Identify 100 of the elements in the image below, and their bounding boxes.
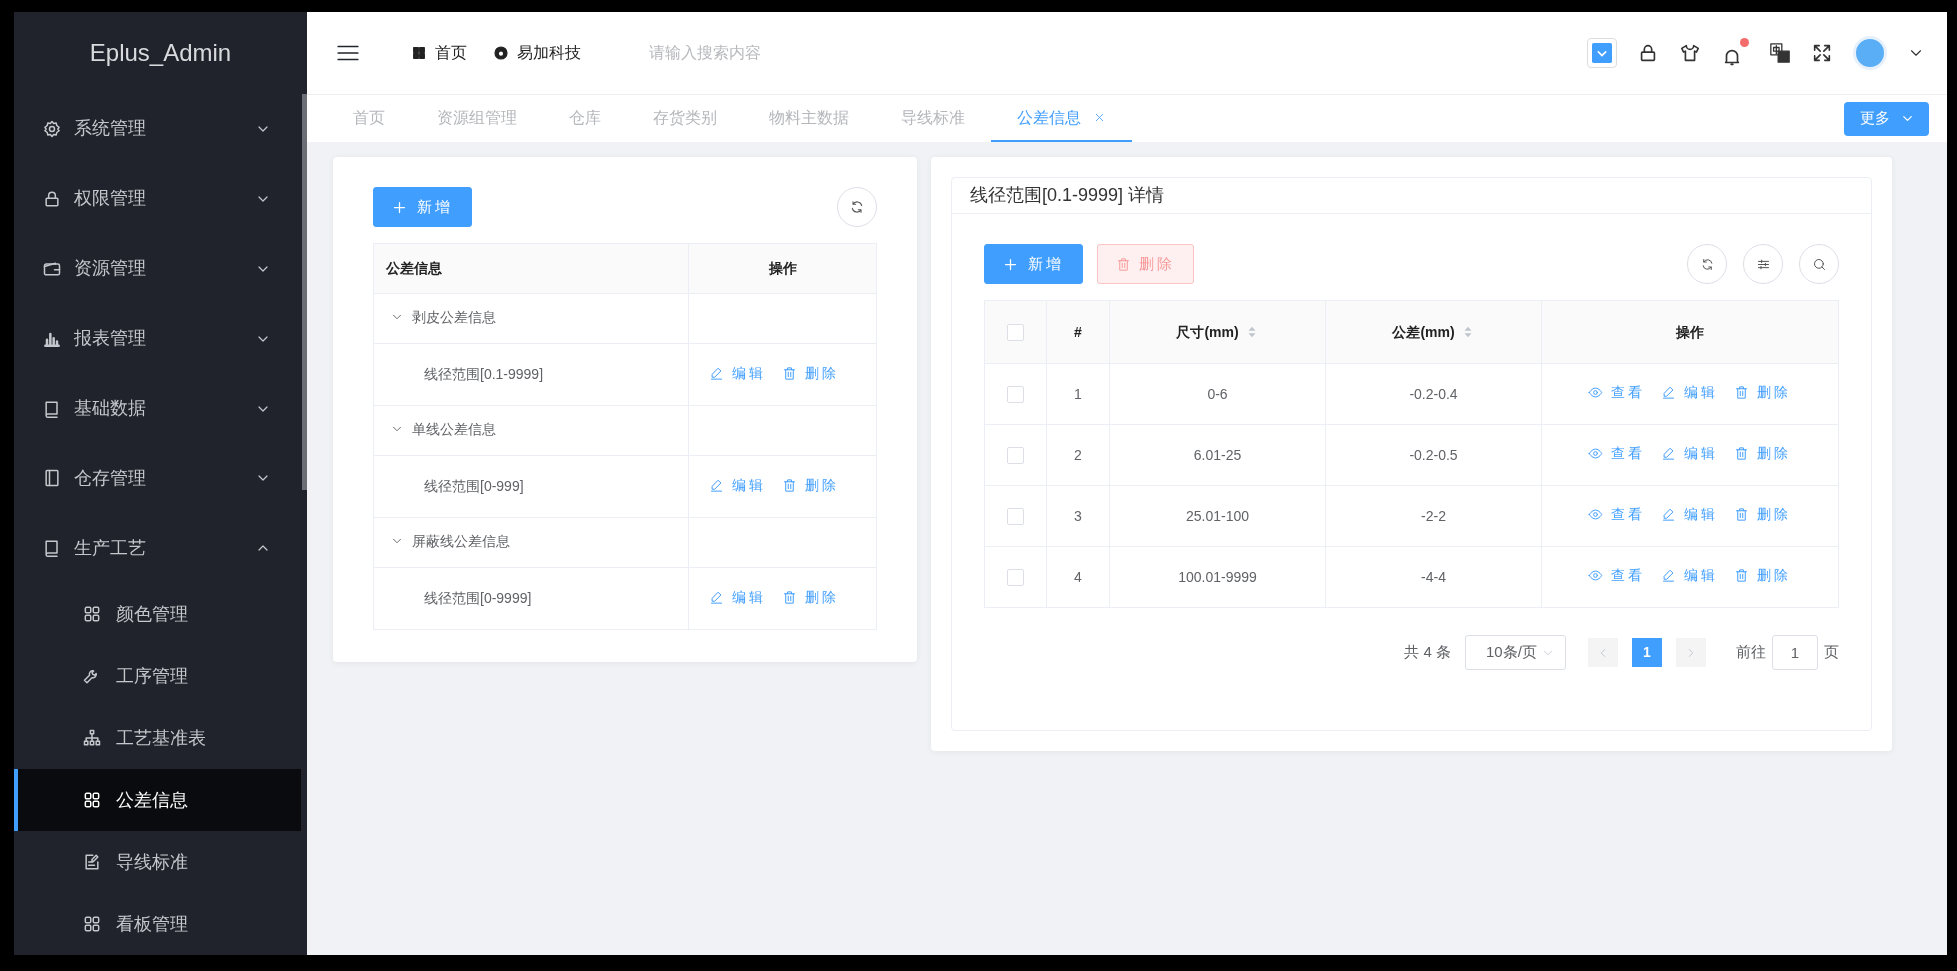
trash-icon [1734, 568, 1749, 583]
page-size-select[interactable]: 10条/页 [1465, 635, 1566, 670]
tab[interactable]: 公差信息 [991, 95, 1132, 142]
delete-link[interactable]: 删除 [1734, 443, 1791, 464]
pencil-icon [709, 365, 724, 381]
trash-icon [782, 477, 797, 493]
delete-link[interactable]: 删除 [782, 586, 839, 608]
edit-link[interactable]: 编辑 [1661, 565, 1718, 586]
table-cell: 100.01-9999 [1178, 568, 1257, 585]
view-link[interactable]: 查看 [1588, 504, 1645, 525]
page-button[interactable]: 1 [1632, 638, 1662, 667]
sidebar-item[interactable]: 权限管理 [14, 163, 301, 234]
eye-icon [1588, 385, 1603, 400]
settings-icon [42, 118, 62, 139]
tree-node[interactable]: 屏蔽线公差信息 [390, 530, 510, 552]
tab[interactable]: 仓库 [543, 95, 627, 142]
detail-title: 线径范围[0.1-9999] 详情 [970, 184, 1165, 207]
table-cell: -0.2-0.4 [1409, 385, 1458, 402]
previous-page-button[interactable] [1588, 638, 1618, 667]
total-count: 共 4 条 [1404, 642, 1451, 663]
tree-node[interactable]: 剥皮公差信息 [390, 306, 496, 328]
delete-link[interactable]: 删除 [782, 474, 839, 496]
checkbox[interactable] [1007, 447, 1024, 465]
eye-icon [1588, 446, 1603, 461]
close-icon [1093, 111, 1106, 124]
translate-icon [1769, 42, 1791, 64]
dropdown-toggle[interactable] [1587, 38, 1617, 68]
table-cell: -0.2-0.5 [1409, 446, 1458, 463]
tree-leaf-text: 线径范围[0-999] [424, 478, 524, 494]
view-link[interactable]: 查看 [1588, 565, 1645, 586]
scrollbar[interactable] [302, 94, 307, 490]
tab[interactable]: 资源组管理 [411, 95, 543, 142]
delete-link[interactable]: 删除 [1734, 382, 1791, 403]
add-button[interactable]: 新增 [373, 187, 472, 227]
delete-link[interactable]: 删除 [782, 362, 839, 384]
header-link[interactable]: 首页 [411, 41, 467, 65]
more-button[interactable]: 更多 [1844, 101, 1929, 136]
tab[interactable]: 存货类别 [627, 95, 743, 142]
edit-link[interactable]: 编辑 [709, 474, 766, 496]
refresh-button[interactable] [1687, 244, 1727, 284]
sidebar-item[interactable]: 基础数据 [14, 373, 301, 444]
table-cell: 2 [1074, 446, 1082, 463]
tab[interactable]: 导线标准 [875, 95, 991, 142]
column-header[interactable]: 公差(mm) [1392, 321, 1475, 343]
column-header: 操作 [1676, 322, 1704, 342]
view-link[interactable]: 查看 [1588, 382, 1645, 403]
sidebar-subitem[interactable]: 看板管理 [14, 893, 301, 955]
caret-icon [1592, 43, 1612, 63]
trash-icon [782, 589, 797, 605]
user-avatar[interactable] [1853, 36, 1887, 70]
search-button[interactable] [1799, 244, 1839, 284]
refresh-button[interactable] [837, 187, 877, 227]
table-cell: 3 [1074, 507, 1082, 524]
page-input[interactable]: 1 [1772, 635, 1818, 670]
checkbox[interactable] [1007, 508, 1024, 526]
table-cell: 25.01-100 [1185, 507, 1250, 524]
column-header[interactable]: 尺寸(mm) [1176, 321, 1259, 343]
fullscreen-icon [1811, 42, 1833, 64]
table-cell: 1 [1074, 385, 1082, 402]
trash-icon [1734, 507, 1749, 522]
column-settings-button[interactable] [1743, 244, 1783, 284]
next-page-button[interactable] [1676, 638, 1706, 667]
header-link[interactable]: 易加科技 [493, 41, 581, 65]
sidebar-item[interactable]: 报表管理 [14, 303, 301, 374]
checkbox[interactable] [1007, 569, 1024, 587]
sidebar-subitem[interactable]: 公差信息 [14, 769, 301, 832]
document-icon [42, 468, 62, 489]
sidebar-item[interactable]: 生产工艺 [14, 513, 301, 584]
eye-icon [1588, 507, 1603, 522]
tree-node[interactable]: 单线公差信息 [390, 418, 496, 440]
tab[interactable]: 物料主数据 [743, 95, 875, 142]
sidebar-item[interactable]: 资源管理 [14, 233, 301, 304]
eye-icon [1588, 568, 1603, 583]
table-cell: 4 [1074, 568, 1082, 585]
sidebar-subitem[interactable]: 工艺基准表 [14, 707, 301, 770]
edit-link[interactable]: 编辑 [709, 586, 766, 608]
delete-link[interactable]: 删除 [1734, 504, 1791, 525]
view-link[interactable]: 查看 [1588, 443, 1645, 464]
checkbox[interactable] [1007, 324, 1024, 342]
goto-suffix: 页 [1824, 642, 1839, 663]
table-cell: -4-4 [1421, 568, 1446, 585]
trash-icon [782, 365, 797, 381]
refresh-icon [849, 199, 865, 215]
edit-link[interactable]: 编辑 [1661, 382, 1718, 403]
sidebar-item[interactable]: 系统管理 [14, 93, 301, 164]
table-cell: -2-2 [1421, 507, 1446, 524]
edit-link[interactable]: 编辑 [1661, 443, 1718, 464]
sidebar-item[interactable]: 仓存管理 [14, 443, 301, 514]
pencil-icon [709, 589, 724, 605]
edit-link[interactable]: 编辑 [709, 362, 766, 384]
sidebar-subitem[interactable]: 工序管理 [14, 645, 301, 708]
sidebar-subitem[interactable]: 导线标准 [14, 831, 301, 894]
pencil-icon [1661, 507, 1676, 522]
goto-label: 前往 [1736, 642, 1766, 663]
tab[interactable]: 首页 [327, 95, 411, 142]
edit-link[interactable]: 编辑 [1661, 504, 1718, 525]
checkbox[interactable] [1007, 386, 1024, 404]
add-button[interactable]: 新增 [984, 244, 1083, 284]
sidebar-subitem[interactable]: 颜色管理 [14, 583, 301, 646]
delete-link[interactable]: 删除 [1734, 565, 1791, 586]
